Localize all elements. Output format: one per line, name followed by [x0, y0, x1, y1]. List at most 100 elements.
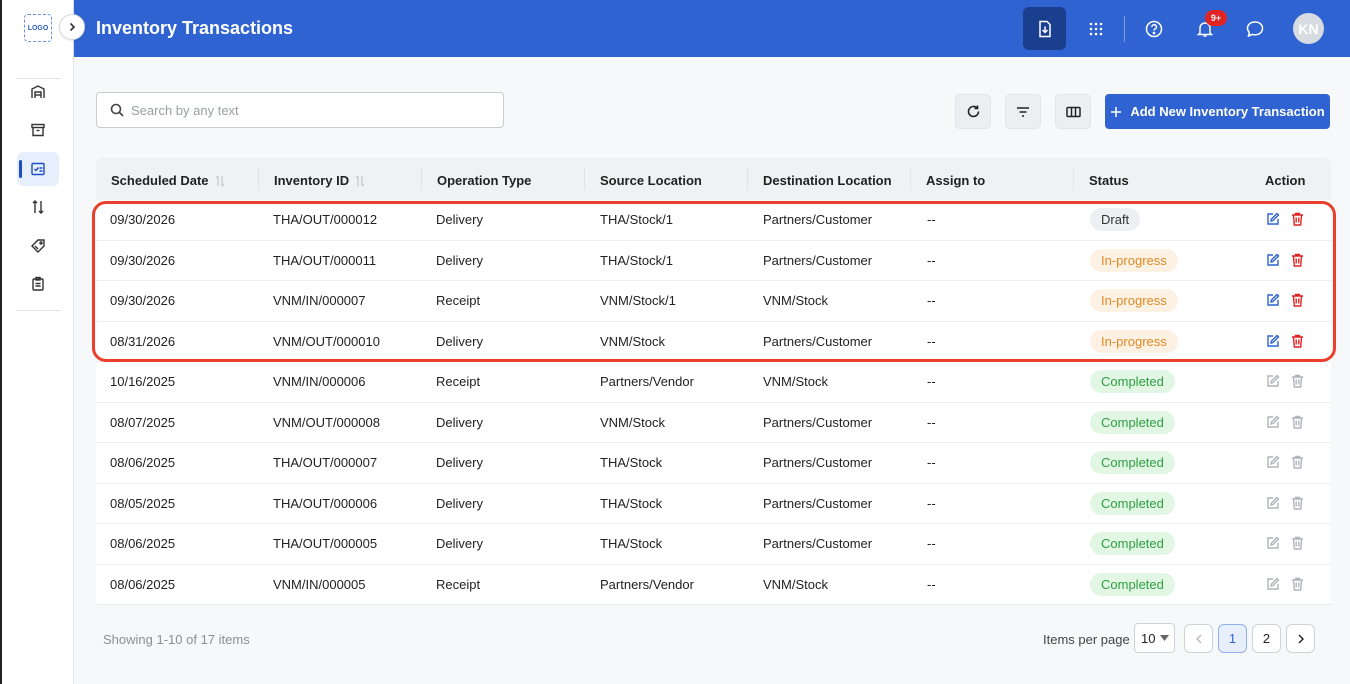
- edit-button[interactable]: [1266, 455, 1280, 469]
- cell-scheduled-date: 08/06/2025: [110, 576, 176, 592]
- delete-button[interactable]: [1290, 212, 1304, 226]
- page-button-2[interactable]: 2: [1252, 624, 1281, 653]
- column-header-destination-location: Destination Location: [763, 173, 892, 188]
- transactions-icon: [31, 162, 45, 176]
- column-header-inventory-id[interactable]: Inventory ID: [274, 173, 365, 188]
- export-button[interactable]: [1023, 7, 1066, 50]
- cell-inventory-id: VNM/IN/000007: [273, 293, 366, 308]
- columns-icon: [1065, 106, 1081, 117]
- edit-button[interactable]: [1266, 293, 1280, 307]
- sidebar-item-transactions[interactable]: [17, 152, 59, 186]
- cell-source-location: VNM/Stock: [600, 414, 666, 430]
- sidebar-item-archive[interactable]: [17, 113, 59, 147]
- trash-icon: [1291, 334, 1303, 348]
- cell-operation-type: Delivery: [436, 536, 483, 551]
- column-header-operation-type: Operation Type: [437, 173, 532, 188]
- table-row[interactable]: 08/31/2026 VNM/OUT/000010 Delivery VNM/Stoc…: [96, 322, 1331, 362]
- delete-button[interactable]: [1290, 293, 1304, 307]
- sort-icon: [215, 175, 224, 186]
- search-input[interactable]: [131, 93, 491, 127]
- edit-button[interactable]: [1266, 374, 1280, 388]
- chevron-left-icon: [1195, 634, 1201, 643]
- delete-button[interactable]: [1290, 536, 1304, 550]
- items-per-page-label: Items per page: [1043, 632, 1130, 647]
- edit-button[interactable]: [1266, 496, 1280, 510]
- cell-assign-to: --: [927, 455, 936, 470]
- delete-button[interactable]: [1290, 334, 1304, 348]
- user-avatar[interactable]: KN: [1293, 13, 1324, 44]
- table-row[interactable]: 10/16/2025 VNM/IN/000006 Receipt Partners/V…: [96, 362, 1331, 403]
- cell-destination-location: Partners/Customer: [763, 414, 873, 430]
- help-icon: [1145, 20, 1162, 37]
- sidebar-item-reports[interactable]: [17, 267, 59, 301]
- next-page-button[interactable]: [1286, 624, 1315, 653]
- edit-button[interactable]: [1266, 253, 1280, 267]
- edit-button[interactable]: [1266, 212, 1280, 226]
- top-bar: Inventory Transactions 9+ KN: [74, 0, 1350, 57]
- delete-button[interactable]: [1290, 253, 1304, 267]
- apps-button[interactable]: [1074, 7, 1117, 50]
- table-row[interactable]: 08/07/2025 VNM/OUT/000008 Delivery VNM/Stoc…: [96, 403, 1331, 443]
- delete-button[interactable]: [1290, 455, 1304, 469]
- add-transaction-button[interactable]: Add New Inventory Transaction: [1105, 94, 1330, 129]
- cell-source-location: Partners/Vendor: [600, 374, 694, 389]
- cell-source-location: THA/Stock: [600, 536, 663, 551]
- filter-button[interactable]: [1005, 94, 1041, 129]
- sidebar-item-transfers[interactable]: [17, 190, 59, 224]
- table-row[interactable]: 08/06/2025 VNM/IN/000005 Receipt Partners/V…: [96, 565, 1331, 605]
- table-body: 09/30/2026 THA/OUT/000012 Delivery THA/Stoc…: [96, 200, 1331, 605]
- sidebar-item-warehouse[interactable]: [17, 75, 59, 109]
- sidebar-toggle-button[interactable]: [59, 14, 85, 40]
- table-row[interactable]: 08/06/2025 THA/OUT/000007 Delivery THA/Stoc…: [96, 443, 1331, 484]
- delete-button[interactable]: [1290, 374, 1304, 388]
- edit-icon: [1267, 212, 1280, 225]
- delete-button[interactable]: [1290, 496, 1304, 510]
- cell-assign-to: --: [927, 252, 936, 268]
- items-per-page-select[interactable]: 10: [1134, 623, 1175, 653]
- refresh-button[interactable]: [955, 94, 991, 129]
- help-button[interactable]: [1132, 7, 1175, 50]
- sidebar-item-tags[interactable]: [17, 229, 59, 263]
- chat-button[interactable]: [1233, 7, 1276, 50]
- edit-icon: [1267, 253, 1280, 266]
- cell-source-location: THA/Stock/1: [600, 252, 673, 268]
- trash-icon: [1291, 293, 1303, 307]
- cell-assign-to: --: [927, 536, 936, 551]
- columns-button[interactable]: [1055, 94, 1091, 129]
- trash-icon: [1291, 212, 1303, 226]
- warehouse-icon: [31, 85, 45, 98]
- status-badge: In-progress: [1090, 289, 1178, 312]
- edit-button[interactable]: [1266, 334, 1280, 348]
- page-button-1[interactable]: 1: [1218, 624, 1247, 653]
- chevron-right-icon: [69, 22, 76, 32]
- table-row[interactable]: 09/30/2026 THA/OUT/000011 Delivery THA/Stoc…: [96, 241, 1331, 281]
- cell-destination-location: Partners/Customer: [763, 455, 873, 470]
- cell-scheduled-date: 08/05/2025: [110, 495, 176, 511]
- cell-operation-type: Delivery: [436, 455, 483, 470]
- cell-assign-to: --: [927, 293, 936, 308]
- edit-button[interactable]: [1266, 536, 1280, 550]
- status-badge: Completed: [1090, 410, 1175, 434]
- table-row[interactable]: 08/06/2025 THA/OUT/000005 Delivery THA/Stoc…: [96, 524, 1331, 565]
- header-divider: [1073, 168, 1074, 190]
- cell-destination-location: Partners/Customer: [763, 495, 873, 511]
- search-icon: [110, 103, 124, 117]
- cell-inventory-id: VNM/IN/000005: [273, 576, 366, 592]
- sidebar: LOGO: [2, 0, 74, 684]
- delete-button[interactable]: [1290, 577, 1304, 591]
- prev-page-button[interactable]: [1184, 624, 1213, 653]
- status-badge: Completed: [1090, 491, 1175, 515]
- cell-scheduled-date: 09/30/2026: [110, 212, 176, 227]
- table-row[interactable]: 09/30/2026 THA/OUT/000012 Delivery THA/Stoc…: [96, 200, 1331, 241]
- pagination-summary: Showing 1-10 of 17 items: [103, 632, 250, 647]
- cell-assign-to: --: [927, 576, 936, 592]
- column-header-scheduled-date[interactable]: Scheduled Date: [111, 173, 225, 188]
- table-row[interactable]: 09/30/2026 VNM/IN/000007 Receipt VNM/Stock/…: [96, 281, 1331, 322]
- cell-scheduled-date: 09/30/2026: [110, 293, 176, 308]
- header-divider: [584, 168, 585, 190]
- edit-button[interactable]: [1266, 415, 1280, 429]
- delete-button[interactable]: [1290, 415, 1304, 429]
- edit-button[interactable]: [1266, 577, 1280, 591]
- table-row[interactable]: 08/05/2025 THA/OUT/000006 Delivery THA/Stoc…: [96, 484, 1331, 524]
- clipboard-icon: [32, 276, 44, 291]
